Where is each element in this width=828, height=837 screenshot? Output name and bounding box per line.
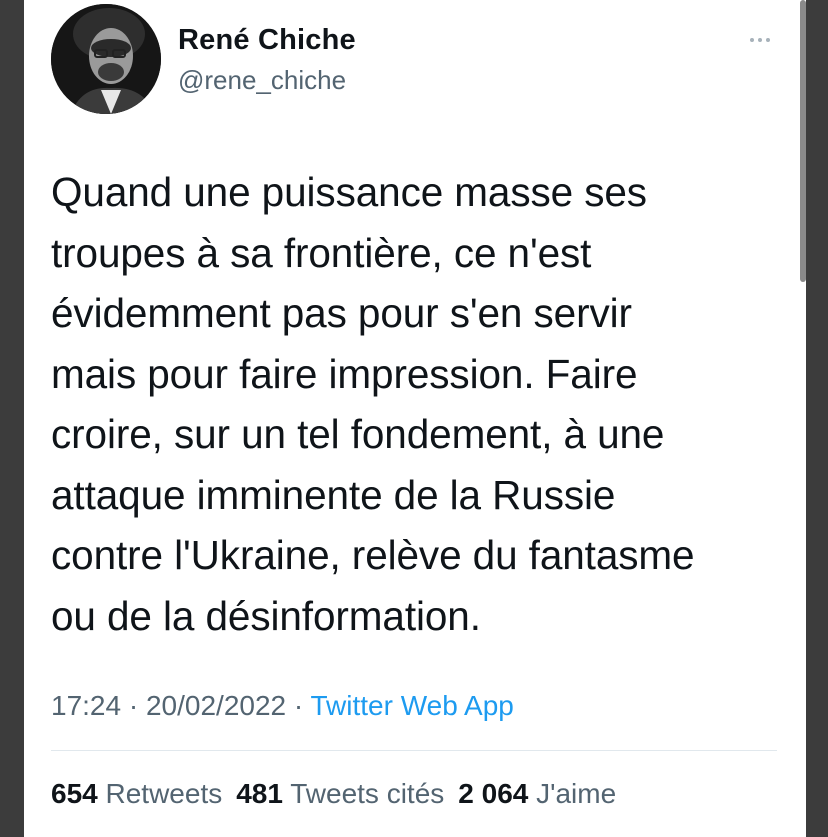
divider xyxy=(51,750,777,751)
quotes-stat[interactable]: 481 Tweets cités xyxy=(236,778,444,809)
retweets-stat[interactable]: 654 Retweets xyxy=(51,778,222,809)
screen-frame: René Chiche @rene_chiche Quand une puiss… xyxy=(0,0,828,837)
quotes-count: 481 xyxy=(236,778,283,809)
author-handle[interactable]: @rene_chiche xyxy=(178,65,346,96)
retweets-label: Retweets xyxy=(105,778,223,809)
tweet-source[interactable]: Twitter Web App xyxy=(311,690,514,721)
more-options-button[interactable] xyxy=(740,28,780,52)
avatar[interactable] xyxy=(51,4,161,114)
likes-label: J'aime xyxy=(536,778,617,809)
tweet-text: Quand une puissance masse ses troupes à … xyxy=(51,169,695,639)
tweet-stats: 654 Retweets 481 Tweets cités 2 064 J'aime xyxy=(51,778,630,810)
ellipsis-icon xyxy=(766,38,770,42)
author-display-name[interactable]: René Chiche xyxy=(178,24,356,57)
scrollbar[interactable] xyxy=(800,0,806,282)
ellipsis-icon xyxy=(750,38,754,42)
meta-separator: · xyxy=(121,690,146,721)
profile-photo-icon xyxy=(51,4,161,114)
retweets-count: 654 xyxy=(51,778,98,809)
tweet-metadata: 17:24 · 20/02/2022 · Twitter Web App xyxy=(51,690,514,722)
ellipsis-icon xyxy=(758,38,762,42)
tweet-date[interactable]: 20/02/2022 xyxy=(146,690,286,721)
quotes-label: Tweets cités xyxy=(290,778,445,809)
likes-stat[interactable]: 2 064 J'aime xyxy=(458,778,616,809)
tweet-time[interactable]: 17:24 xyxy=(51,690,121,721)
meta-separator: · xyxy=(286,690,311,721)
likes-count: 2 064 xyxy=(458,778,529,809)
tweet-card: René Chiche @rene_chiche Quand une puiss… xyxy=(24,0,806,837)
